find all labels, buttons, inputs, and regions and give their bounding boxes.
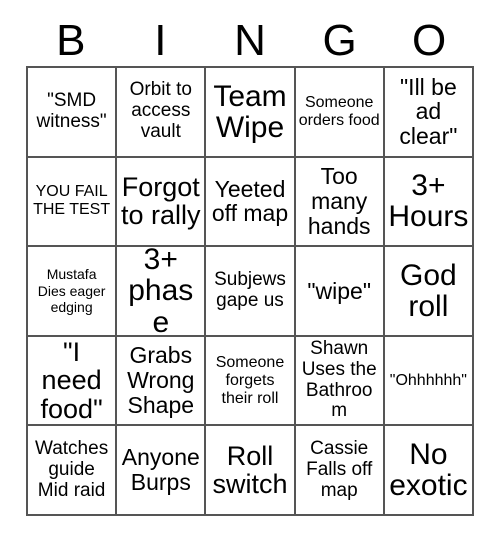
bingo-cell[interactable]: Mustafa Dies eager edging (28, 247, 118, 337)
bingo-header-letter-b: B (56, 16, 86, 65)
bingo-cell[interactable]: Anyone Burps (117, 426, 207, 516)
bingo-cell[interactable]: Orbit to access vault (117, 68, 207, 158)
bingo-cell[interactable]: "Ill be ad clear" (384, 68, 474, 158)
bingo-cell-text: Cassie Falls off map (306, 437, 373, 501)
bingo-cell[interactable]: Roll switch (206, 426, 296, 516)
bingo-cell[interactable]: YOU FAIL THE TEST (28, 157, 118, 248)
bingo-cell-text: 3+ phase (128, 247, 194, 337)
bingo-cell-text: "Ill be ad clear" (399, 73, 458, 150)
bingo-cell-text: Someone orders food (298, 93, 380, 129)
bingo-cell-text: "SMD witness" (36, 89, 107, 132)
bingo-header-letter-n: N (234, 16, 266, 65)
bingo-cell-text: Watches guide Mid raid (34, 437, 109, 501)
bingo-cell-text: Mustafa Dies eager edging (37, 266, 106, 316)
bingo-cell-text: Team Wipe (213, 79, 287, 144)
bingo-cell-text: Shawn Uses the Bathroom (301, 337, 377, 422)
bingo-header-letter-g: G (322, 16, 357, 65)
bingo-cell-text: 3+ Hours (388, 169, 469, 234)
bingo-cell-text: God roll (400, 258, 457, 323)
bingo-cell[interactable]: 3+ Hours (384, 157, 474, 248)
bingo-cell-text: No exotic (389, 438, 468, 503)
bingo-header-letter-o: O (412, 16, 447, 65)
bingo-cell[interactable]: "Ohhhhhh" (384, 336, 474, 427)
bingo-cell[interactable]: Someone forgets their roll (206, 336, 296, 427)
bingo-cell-text: Anyone Burps (121, 444, 200, 496)
bingo-card: B I N G O "SMD witness" Orbit to access … (0, 0, 500, 544)
bingo-cell[interactable]: Shawn Uses the Bathroom (295, 336, 385, 427)
bingo-cell-text: "wipe" (307, 277, 372, 304)
bingo-cell-text: Roll switch (212, 440, 288, 500)
bingo-cell-text: "Ohhhhhh" (389, 371, 467, 389)
bingo-cell-text: Too many hands (307, 163, 371, 239)
bingo-cell[interactable]: "wipe" (295, 247, 385, 337)
bingo-cell[interactable]: Grabs Wrong Shape (117, 336, 207, 427)
bingo-cell[interactable]: "SMD witness" (28, 68, 118, 158)
bingo-cell[interactable]: Yeeted off map (206, 157, 296, 248)
bingo-cell-text: Grabs Wrong Shape (127, 342, 195, 418)
bingo-cell-text: Yeeted off map (211, 175, 289, 227)
bingo-cell[interactable]: Team Wipe (206, 68, 296, 158)
bingo-header-row: B I N G O (26, 16, 474, 66)
bingo-grid: "SMD witness" Orbit to access vault Team… (26, 66, 474, 516)
bingo-cell[interactable]: God roll (384, 247, 474, 337)
bingo-cell-text: "I need food" (40, 337, 103, 424)
bingo-cell[interactable]: Forgot to rally (117, 157, 207, 248)
bingo-cell[interactable]: "I need food" (28, 336, 118, 427)
bingo-cell-text: YOU FAIL THE TEST (33, 183, 111, 219)
bingo-cell-text: Subjews gape us (214, 269, 286, 311)
bingo-cell-text: Orbit to access vault (129, 79, 192, 143)
bingo-header-letter-i: I (154, 16, 167, 65)
bingo-cell[interactable]: No exotic (384, 426, 474, 516)
bingo-cell-text: Someone forgets their roll (215, 353, 285, 407)
bingo-cell[interactable]: Someone orders food (295, 68, 385, 158)
bingo-cell[interactable]: Too many hands (295, 157, 385, 248)
bingo-cell[interactable]: Watches guide Mid raid (28, 426, 118, 516)
bingo-cell[interactable]: Cassie Falls off map (295, 426, 385, 516)
bingo-cell-text: Forgot to rally (121, 172, 201, 231)
bingo-cell[interactable]: Subjews gape us (206, 247, 296, 337)
bingo-cell[interactable]: 3+ phase (117, 247, 207, 337)
